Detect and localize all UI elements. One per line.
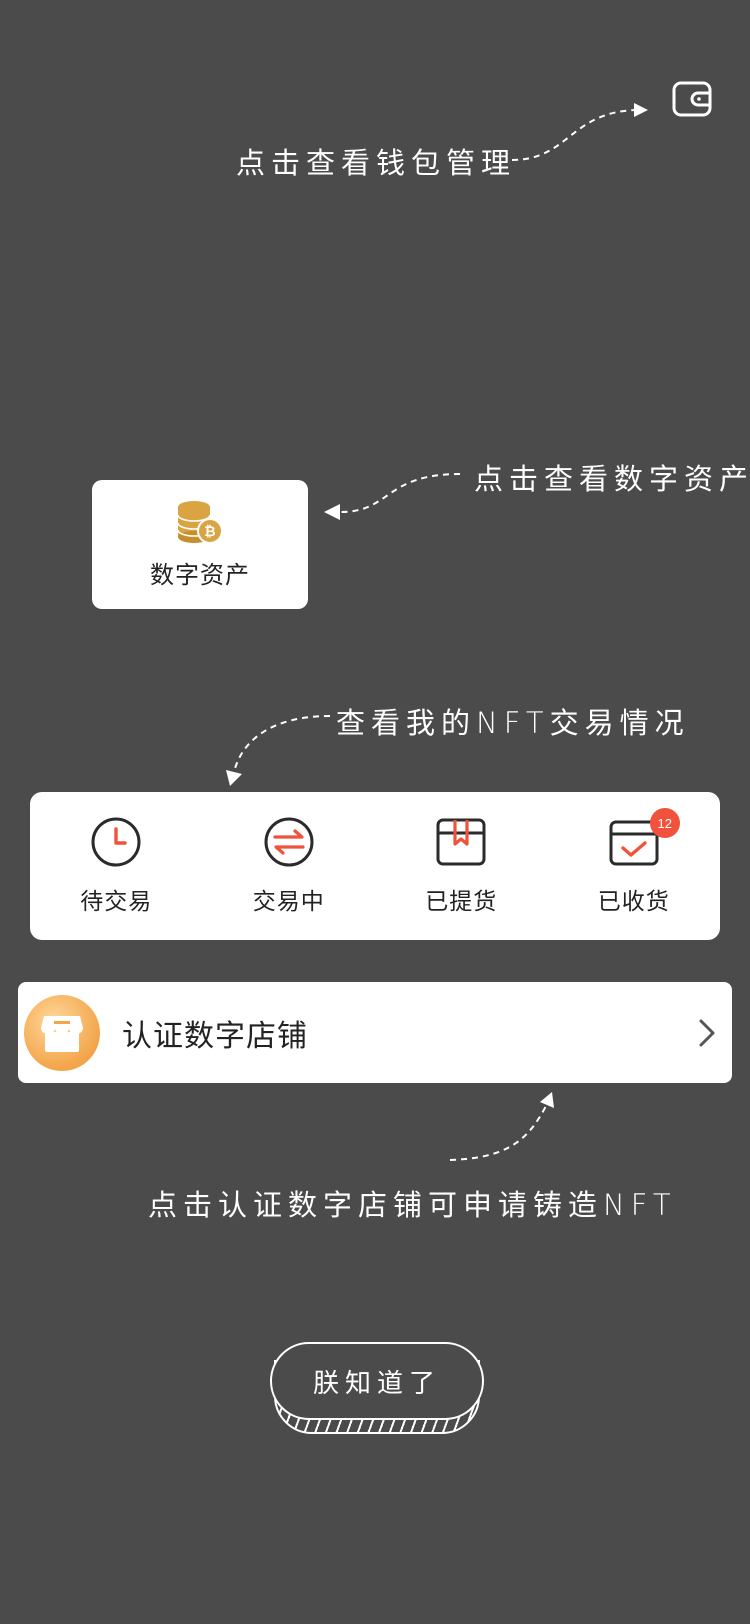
chevron-right-icon <box>699 1019 715 1046</box>
order-picked-up-label: 已提货 <box>425 889 498 915</box>
order-received-label: 已收货 <box>597 889 670 915</box>
certify-shop-row[interactable]: 认证数字店铺 <box>18 982 732 1083</box>
hint-shop: 点击认证数字店铺可申请铸造NFT <box>148 1188 677 1222</box>
order-trading[interactable]: 交易中 <box>214 816 364 916</box>
order-received[interactable]: 12 已收货 <box>559 808 709 916</box>
digital-assets-label: 数字资产 <box>150 561 250 589</box>
store-avatar <box>24 994 100 1071</box>
hint-shop-arrow <box>449 1092 554 1161</box>
certify-shop-title: 认证数字店铺 <box>122 1018 308 1054</box>
wallet-button[interactable] <box>672 81 712 117</box>
hint-wallet: 点击查看钱包管理 <box>236 146 517 180</box>
store-icon <box>41 1015 83 1052</box>
order-trading-label: 交易中 <box>252 889 325 915</box>
received-count-badge: 12 <box>649 808 680 838</box>
order-picked-up[interactable]: 已提货 <box>386 816 536 916</box>
clock-icon <box>91 817 141 867</box>
hint-nft-arrow <box>226 715 331 786</box>
order-status-card: 待交易 交易中 已提货 12 已收货 <box>30 792 720 940</box>
coins-bitcoin-icon: ₿ <box>177 501 223 544</box>
hint-assets: 点击查看数字资产 <box>474 462 750 496</box>
exchange-icon <box>264 817 314 867</box>
box-icon <box>436 818 486 866</box>
hint-wallet-arrow <box>511 103 648 161</box>
hint-nft: 查看我的NFT交易情况 <box>336 706 690 740</box>
got-it-button[interactable]: 朕知道了 <box>270 1342 484 1434</box>
order-pending-label: 待交易 <box>80 889 153 915</box>
got-it-label: 朕知道了 <box>270 1342 484 1420</box>
order-pending[interactable]: 待交易 <box>41 816 191 916</box>
wallet-icon <box>672 81 712 117</box>
hint-assets-arrow <box>324 473 461 520</box>
digital-assets-card[interactable]: ₿ 数字资产 <box>92 480 308 609</box>
svg-text:₿: ₿ <box>204 523 215 539</box>
